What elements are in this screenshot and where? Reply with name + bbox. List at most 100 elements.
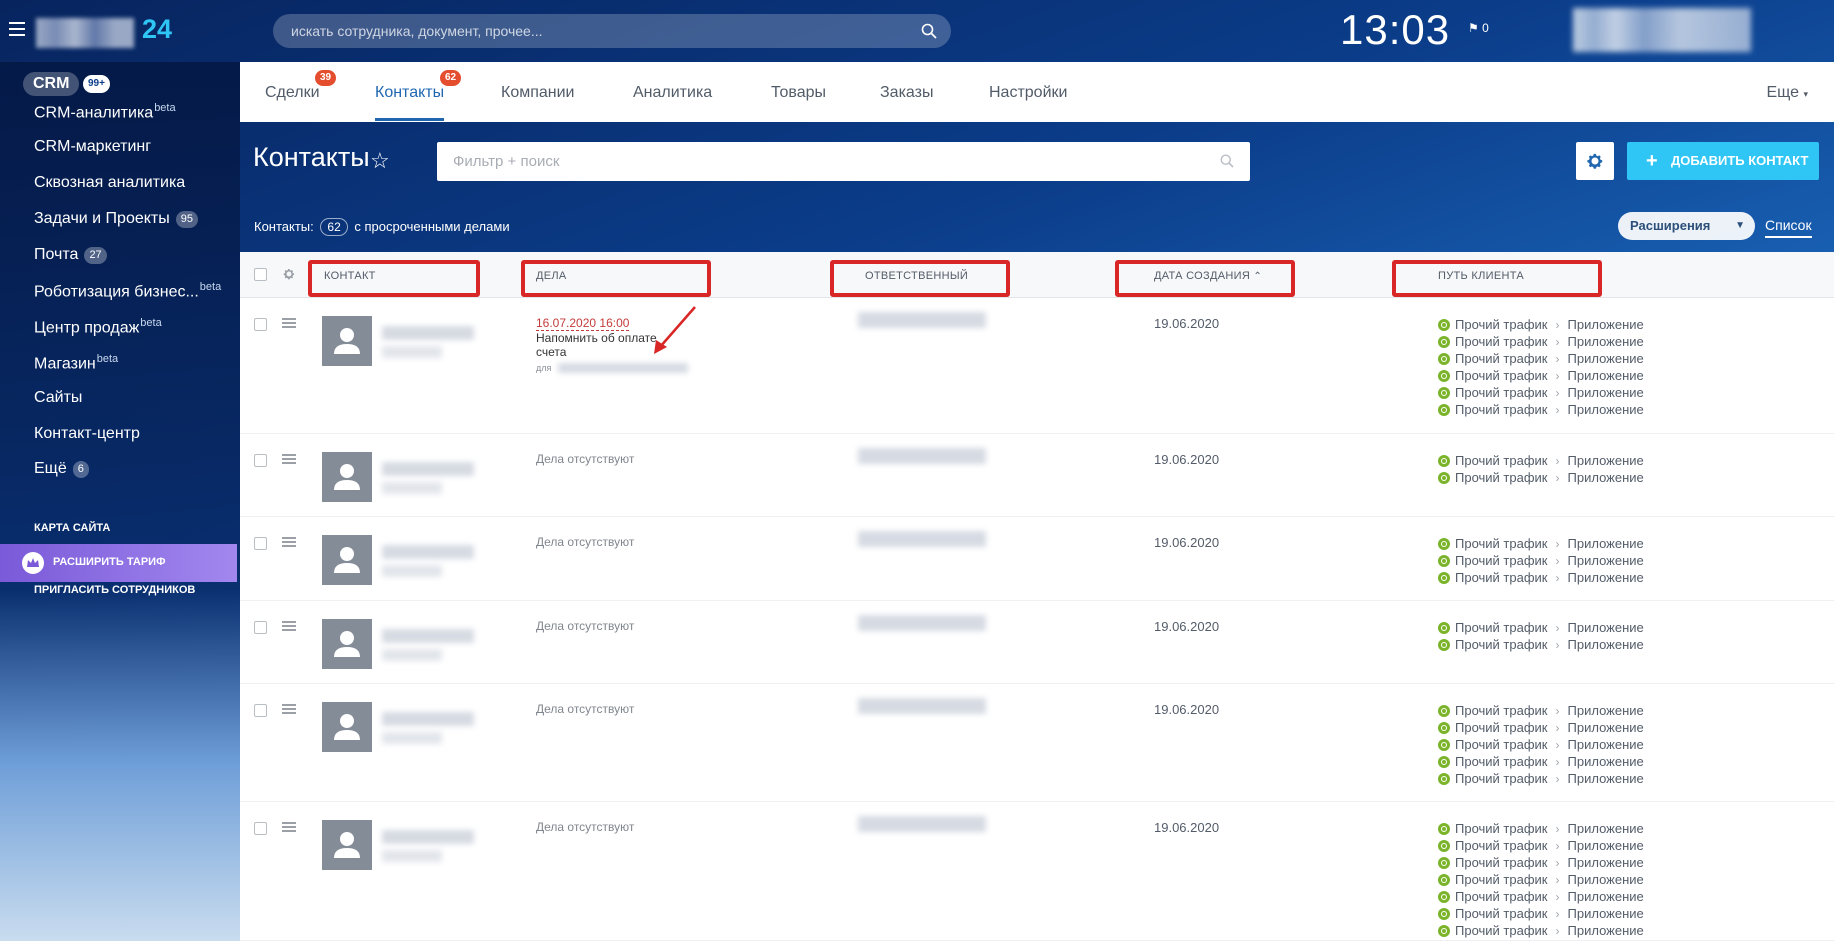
beta-label: beta — [199, 281, 222, 293]
path-target: Приложение — [1567, 553, 1644, 568]
row-menu-icon[interactable] — [282, 537, 296, 547]
path-source: Прочий трафик — [1455, 889, 1548, 904]
list-view-link[interactable]: Список — [1765, 217, 1812, 238]
table-row[interactable]: Дела отсутствуют 19.06.2020 Прочий трафик ›… — [240, 802, 1834, 941]
responsible-name[interactable] — [858, 615, 986, 631]
path-target: Приложение — [1567, 703, 1644, 718]
menu-icon[interactable] — [9, 22, 25, 36]
row-menu-icon[interactable] — [282, 822, 296, 832]
global-search-input[interactable] — [291, 14, 891, 48]
overdue-counter[interactable]: 62 — [320, 218, 348, 236]
tab-analytics[interactable]: Аналитика — [633, 84, 712, 102]
notifications[interactable]: ⚑ 0 — [1468, 21, 1489, 35]
path-source: Прочий трафик — [1455, 620, 1548, 635]
row-menu-icon[interactable] — [282, 704, 296, 714]
chevron-down-icon[interactable]: ▼ — [1735, 212, 1745, 240]
star-icon[interactable]: ☆ — [370, 148, 390, 174]
logo[interactable] — [36, 18, 134, 48]
user-profile[interactable] — [1573, 8, 1751, 52]
client-path-step: Прочий трафик › Приложение — [1438, 470, 1644, 487]
row-checkbox[interactable] — [254, 318, 267, 331]
deal-deadline[interactable]: 16.07.2020 16:00 — [536, 316, 630, 331]
path-source: Прочий трафик — [1455, 923, 1548, 938]
list-settings-button[interactable] — [1576, 142, 1614, 180]
contact-name[interactable] — [382, 326, 474, 340]
sidebar-item-sites[interactable]: Сайты — [34, 389, 82, 407]
tab-contacts[interactable]: Контакты 62 — [375, 70, 462, 121]
tab-settings[interactable]: Настройки — [989, 84, 1067, 102]
row-checkbox[interactable] — [254, 704, 267, 717]
row-checkbox[interactable] — [254, 454, 267, 467]
tab-deals[interactable]: Сделки 39 — [265, 70, 337, 102]
sidebar-item-shop[interactable]: Магазинbeta — [34, 353, 118, 373]
sidebar-item-analytics[interactable]: CRM-аналитикаbeta — [34, 102, 176, 122]
sidebar-item-contact-center[interactable]: Контакт-центр — [34, 425, 140, 443]
chevron-right-icon: › — [1555, 638, 1560, 652]
source-icon — [1438, 756, 1450, 768]
row-menu-icon[interactable] — [282, 621, 296, 631]
extensions-button[interactable]: Расширения ▼ — [1618, 212, 1755, 240]
sidebar-item-robotization[interactable]: Роботизация бизнес...beta — [34, 281, 221, 301]
path-source: Прочий трафик — [1455, 906, 1548, 921]
tab-products[interactable]: Товары — [771, 84, 826, 102]
sidebar-item-crm[interactable]: CRM — [23, 72, 80, 96]
sidebar-item-tasks[interactable]: Задачи и Проекты 95 — [34, 210, 198, 228]
responsible-name[interactable] — [858, 531, 986, 547]
row-checkbox[interactable] — [254, 822, 267, 835]
path-target: Приложение — [1567, 620, 1644, 635]
sidebar-item-more[interactable]: Ещё 6 — [34, 460, 89, 478]
no-deals-label: Дела отсутствуют — [536, 619, 635, 633]
responsible-name[interactable] — [858, 312, 986, 328]
chevron-right-icon: › — [1555, 352, 1560, 366]
search-icon[interactable] — [921, 23, 937, 39]
chevron-right-icon: › — [1555, 907, 1560, 921]
sitemap-link[interactable]: КАРТА САЙТА — [34, 522, 110, 534]
path-target: Приложение — [1567, 385, 1644, 400]
more-tabs-button[interactable]: Еще ▾ — [1766, 84, 1808, 102]
table-row[interactable]: Дела отсутствуют 19.06.2020 Прочий трафик ›… — [240, 601, 1834, 684]
avatar[interactable] — [322, 452, 372, 502]
deal-client[interactable] — [558, 363, 688, 373]
table-row[interactable]: 16.07.2020 16:00 Напомнить об оплате счет… — [240, 298, 1834, 434]
avatar[interactable] — [322, 619, 372, 669]
row-menu-icon[interactable] — [282, 318, 296, 328]
path-target: Приложение — [1567, 317, 1644, 332]
avatar[interactable] — [322, 535, 372, 585]
row-checkbox[interactable] — [254, 621, 267, 634]
avatar[interactable] — [322, 316, 372, 366]
table-row[interactable]: Дела отсутствуют 19.06.2020 Прочий трафик ›… — [240, 434, 1834, 517]
table-row[interactable]: Дела отсутствуют 19.06.2020 Прочий трафик ›… — [240, 684, 1834, 802]
tab-orders[interactable]: Заказы — [880, 84, 933, 102]
responsible-name[interactable] — [858, 448, 986, 464]
source-icon — [1438, 622, 1450, 634]
sidebar-item-marketing[interactable]: CRM-маркетинг — [34, 138, 151, 156]
contact-name[interactable] — [382, 545, 474, 559]
avatar[interactable] — [322, 820, 372, 870]
client-path: Прочий трафик › Приложение Прочий трафик › Пр… — [1438, 620, 1644, 654]
upgrade-plan-button[interactable]: РАСШИРИТЬ ТАРИФ — [0, 544, 237, 582]
responsible-name[interactable] — [858, 698, 986, 714]
contact-name[interactable] — [382, 629, 474, 643]
invite-employees-link[interactable]: ПРИГЛАСИТЬ СОТРУДНИКОВ — [34, 584, 195, 596]
created-date: 19.06.2020 — [1154, 535, 1220, 550]
search-icon[interactable] — [1220, 154, 1234, 168]
tab-companies[interactable]: Компании — [501, 84, 575, 102]
add-contact-button[interactable]: + ДОБАВИТЬ КОНТАКТ — [1627, 142, 1819, 180]
sidebar-item-end-to-end-analytics[interactable]: Сквозная аналитика — [34, 174, 185, 192]
table-row[interactable]: Дела отсутствуют 19.06.2020 Прочий трафик ›… — [240, 517, 1834, 601]
row-menu-icon[interactable] — [282, 454, 296, 464]
sidebar-item-sales-center[interactable]: Центр продажbeta — [34, 317, 162, 337]
sidebar-item-label: Ещё — [34, 460, 67, 477]
gear-icon[interactable] — [282, 267, 296, 281]
contact-name[interactable] — [382, 462, 474, 476]
client-path-step: Прочий трафик › Приложение — [1438, 754, 1644, 771]
select-all-checkbox[interactable] — [254, 268, 267, 281]
contact-name[interactable] — [382, 830, 474, 844]
avatar[interactable] — [322, 702, 372, 752]
row-checkbox[interactable] — [254, 537, 267, 550]
created-date: 19.06.2020 — [1154, 316, 1220, 331]
contact-name[interactable] — [382, 712, 474, 726]
filter-input[interactable] — [453, 142, 1213, 181]
responsible-name[interactable] — [858, 816, 986, 832]
sidebar-item-mail[interactable]: Почта 27 — [34, 246, 107, 264]
